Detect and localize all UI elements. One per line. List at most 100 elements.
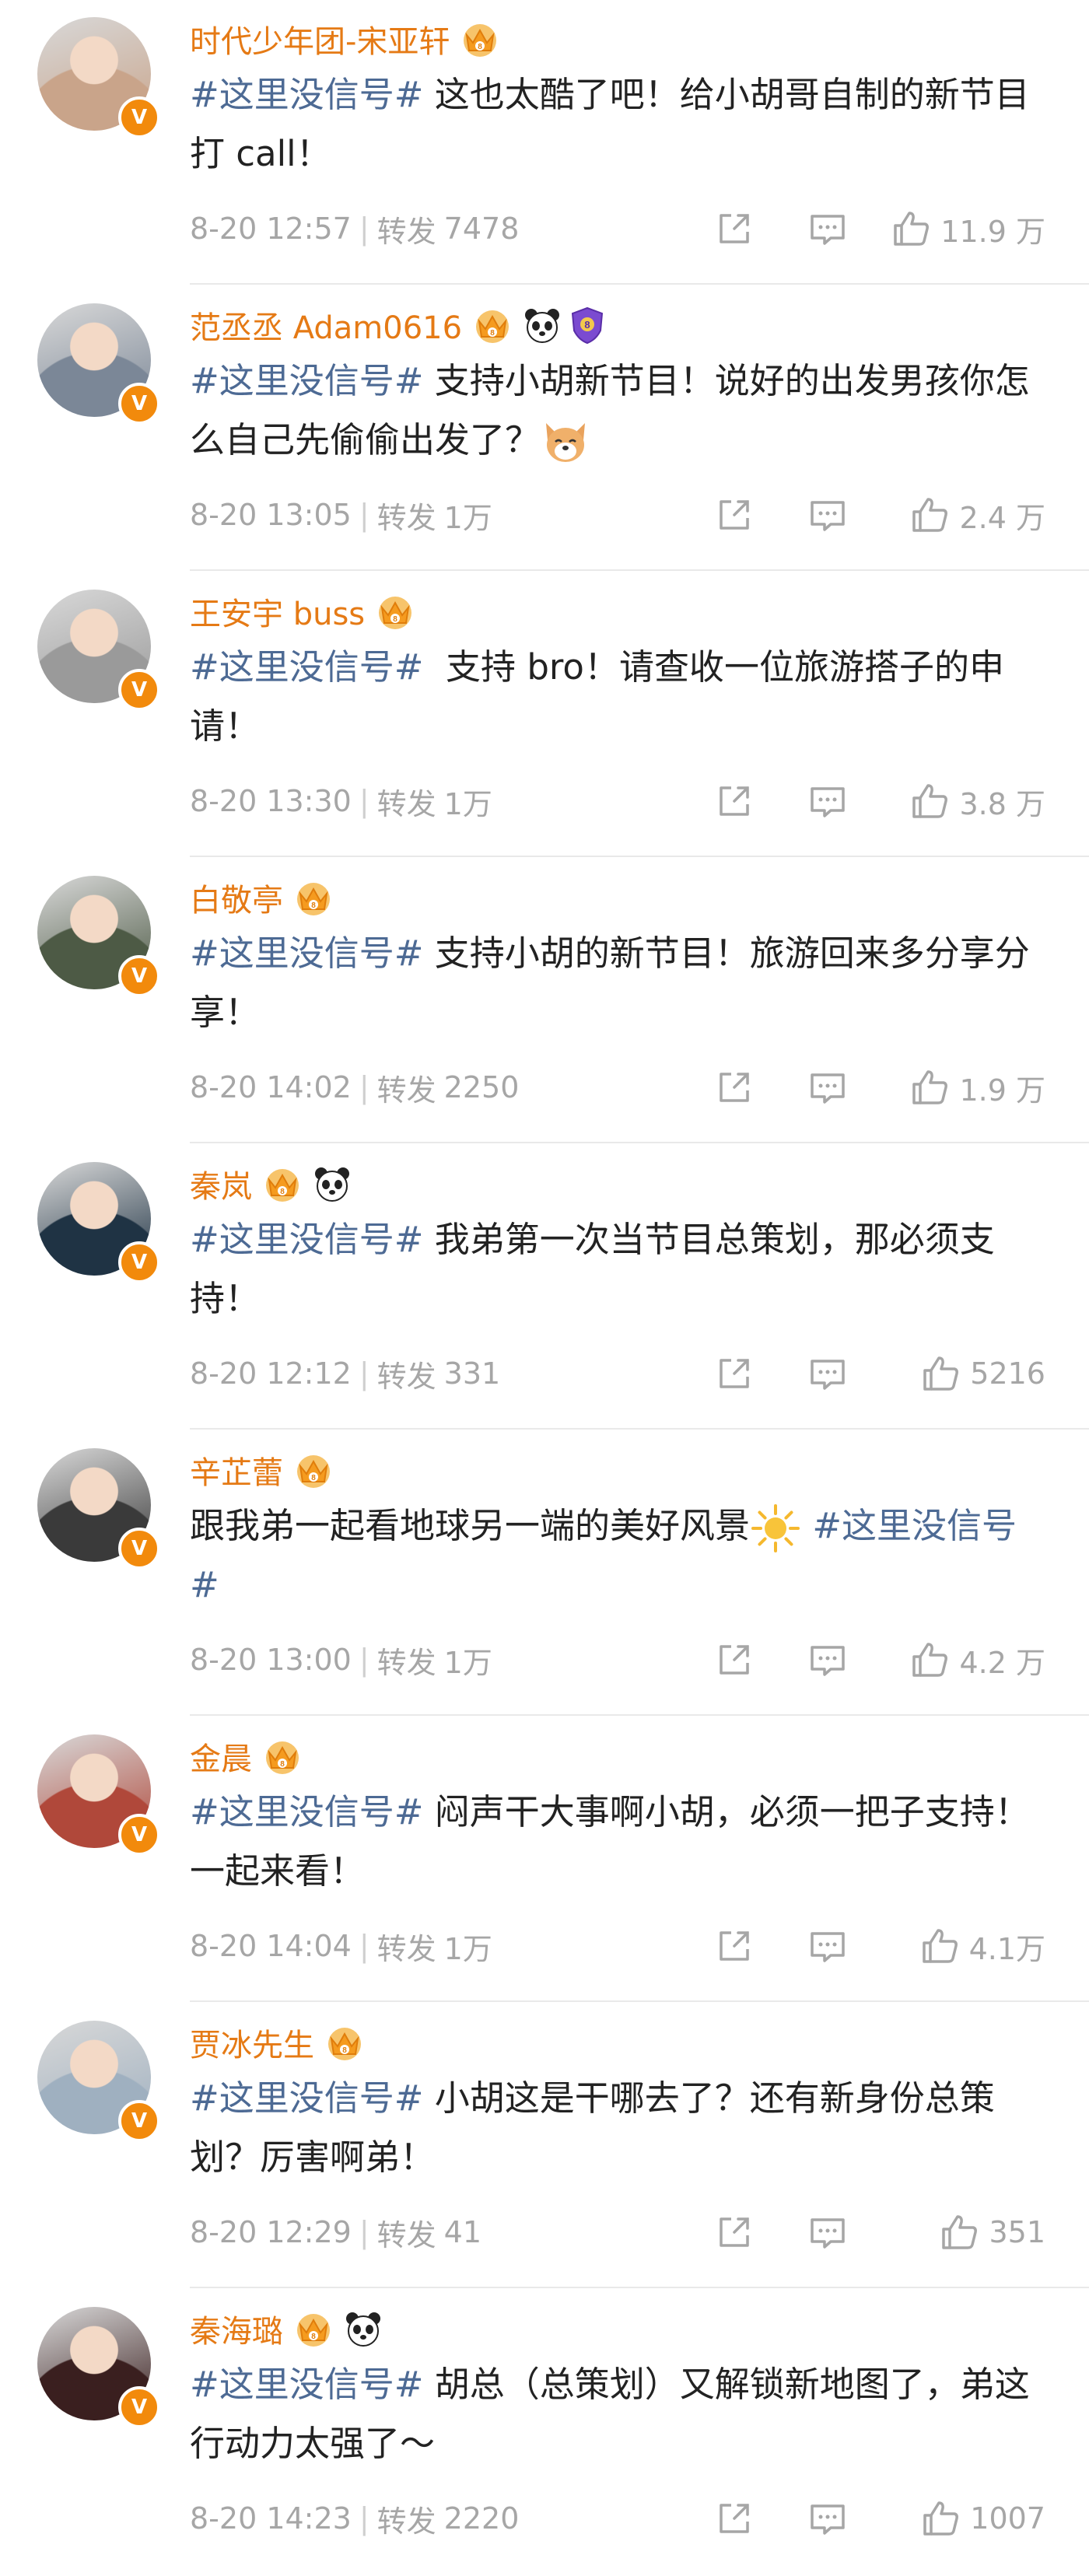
share-icon: [714, 1067, 755, 1108]
share-button[interactable]: [714, 1064, 755, 1111]
comment-icon: [807, 1353, 848, 1394]
topic-link[interactable]: #这里没信号#: [190, 74, 423, 115]
comment-button[interactable]: [807, 1636, 848, 1683]
comment-meta: 8-20 13:30 | 转发 1万: [190, 778, 492, 824]
divider: [190, 856, 1089, 857]
divider: [190, 569, 1089, 571]
name-row: 辛芷蕾 8: [190, 1448, 336, 1492]
comment-button[interactable]: [807, 205, 848, 252]
comment-icon: [807, 495, 848, 535]
like-icon: [920, 1353, 961, 1394]
avatar[interactable]: V: [37, 17, 160, 138]
topic-link[interactable]: #这里没信号#: [190, 1219, 423, 1260]
crown-badge-icon: 8: [470, 306, 515, 345]
like-count: 3.8 万: [959, 786, 1045, 821]
avatar[interactable]: V: [37, 1734, 160, 1856]
comment-item: V 秦岚 8 #这里没信号# 我弟第一次当节目总策划，那必须支持！ 8-20 12:…: [0, 1145, 1089, 1431]
comment-text: 跟我弟一起看地球另一端的美好风景 #这里没信号#: [190, 1496, 1045, 1615]
like-icon: [909, 1640, 950, 1680]
verified-icon: V: [118, 2386, 160, 2428]
share-icon: [714, 208, 755, 249]
comment-button[interactable]: [807, 2495, 848, 2542]
share-button[interactable]: [714, 778, 755, 824]
topic-link[interactable]: #这里没信号#: [190, 2077, 423, 2119]
avatar[interactable]: V: [37, 1448, 160, 1570]
verified-icon: V: [118, 2100, 160, 2142]
share-button[interactable]: [714, 1923, 755, 1969]
like-button[interactable]: 351: [939, 2209, 1045, 2256]
panda-badge-icon: [313, 1164, 352, 1203]
timestamp: 8-20 12:57: [190, 212, 352, 246]
like-button[interactable]: 1.9 万: [909, 1064, 1045, 1111]
divider: [190, 2000, 1089, 2002]
avatar[interactable]: V: [37, 876, 160, 997]
share-button[interactable]: [714, 1636, 755, 1683]
share-button[interactable]: [714, 492, 755, 538]
user-name[interactable]: 贾冰先生: [190, 2020, 314, 2065]
meta-divider: |: [359, 784, 369, 818]
avatar[interactable]: V: [37, 2021, 160, 2142]
repost-label: 转发: [376, 1073, 436, 1108]
name-row: 范丞丞 Adam0616 8 8: [190, 303, 605, 347]
repost-count: 331: [443, 1356, 501, 1391]
like-button[interactable]: 11.9 万: [891, 205, 1045, 252]
meta-divider: |: [359, 498, 369, 532]
avatar[interactable]: V: [37, 590, 160, 711]
share-button[interactable]: [714, 1350, 755, 1397]
avatar[interactable]: V: [37, 303, 160, 425]
comment-meta: 8-20 12:29 | 转发 41: [190, 2209, 481, 2256]
topic-link[interactable]: #这里没信号#: [190, 360, 423, 401]
like-count: 351: [989, 2215, 1045, 2249]
share-icon: [714, 1640, 755, 1680]
comment-button[interactable]: [807, 1350, 848, 1397]
like-button[interactable]: 5216: [920, 1350, 1045, 1397]
comment-text: #这里没信号# 支持小胡的新节目！旅游回来多分享分享！: [190, 924, 1045, 1042]
repost-label: 转发: [376, 1645, 436, 1680]
share-button[interactable]: [714, 2495, 755, 2542]
comment-meta: 8-20 14:02 | 转发 2250: [190, 1064, 519, 1111]
like-icon: [909, 1067, 950, 1108]
comment-button[interactable]: [807, 1064, 848, 1111]
avatar[interactable]: V: [37, 1162, 160, 1283]
topic-link[interactable]: #这里没信号#: [190, 2364, 423, 2405]
timestamp: 8-20 13:30: [190, 784, 352, 818]
like-button[interactable]: 4.1万: [919, 1923, 1045, 1969]
repost-count: 1万: [443, 1645, 492, 1680]
user-name[interactable]: 白敬亭: [190, 875, 283, 920]
user-name[interactable]: 秦岚: [190, 1161, 252, 1206]
user-name[interactable]: 时代少年团-宋亚轩: [190, 16, 450, 61]
repost-label: 转发: [376, 786, 436, 821]
name-row: 白敬亭 8: [190, 876, 336, 919]
like-icon: [891, 208, 931, 249]
share-button[interactable]: [714, 205, 755, 252]
topic-link[interactable]: #这里没信号#: [190, 1791, 423, 1832]
comment-icon: [807, 1067, 848, 1108]
user-name[interactable]: 辛芷蕾: [190, 1447, 283, 1493]
comment-item: V 白敬亭 8 #这里没信号# 支持小胡的新节目！旅游回来多分享分享！ 8-20 1…: [0, 859, 1089, 1145]
meta-divider: |: [359, 1070, 369, 1104]
comment-button[interactable]: [807, 1923, 848, 1969]
comment-button[interactable]: [807, 2209, 848, 2256]
timestamp: 8-20 14:04: [190, 1929, 352, 1963]
repost-count: 2220: [443, 2501, 520, 2536]
svg-text:8: 8: [393, 615, 397, 624]
meta-divider: |: [359, 1929, 369, 1963]
like-button[interactable]: 2.4 万: [909, 492, 1045, 538]
comment-button[interactable]: [807, 492, 848, 538]
crown-badge-icon: 8: [260, 1737, 305, 1776]
like-button[interactable]: 3.8 万: [909, 778, 1045, 824]
comment-text: #这里没信号# 小胡这是干哪去了？还有新身份总策划？厉害啊弟！: [190, 2069, 1045, 2187]
comment-meta: 8-20 12:57 | 转发 7478: [190, 205, 519, 252]
avatar[interactable]: V: [37, 2307, 160, 2428]
like-button[interactable]: 1007: [920, 2495, 1045, 2542]
user-name[interactable]: 王安宇 buss: [190, 589, 365, 634]
comment-button[interactable]: [807, 778, 848, 824]
like-button[interactable]: 4.2 万: [909, 1636, 1045, 1683]
user-name[interactable]: 秦海璐: [190, 2306, 283, 2351]
user-name[interactable]: 金晨: [190, 1734, 252, 1779]
topic-link[interactable]: #这里没信号#: [190, 646, 423, 688]
user-name[interactable]: 范丞丞 Adam0616: [190, 303, 462, 348]
share-button[interactable]: [714, 2209, 755, 2256]
name-row: 金晨 8: [190, 1734, 305, 1778]
topic-link[interactable]: #这里没信号#: [190, 933, 423, 974]
